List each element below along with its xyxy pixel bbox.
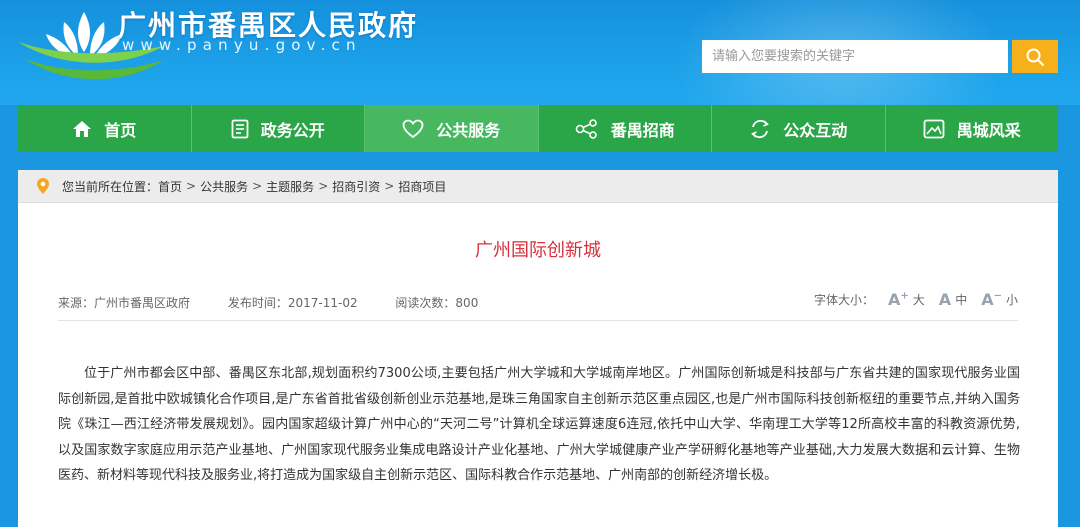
font-size-large-label: 大	[912, 293, 925, 307]
nav-item-label: 番禺招商	[610, 120, 675, 140]
font-size-label: 字体大小：	[813, 293, 874, 307]
site-domain: www.panyu.gov.cn	[122, 36, 362, 54]
breadcrumb-prefix: 您当前所在位置：	[62, 179, 159, 194]
breadcrumb-separator: >	[318, 179, 329, 193]
site-header: 广州市番禺区人民政府 www.panyu.gov.cn	[0, 0, 1080, 105]
share-nodes-icon	[575, 118, 599, 139]
nav-item-label: 公共服务	[436, 120, 501, 140]
font-size-large-button[interactable]: A+ 大	[888, 290, 925, 309]
search-button[interactable]	[1012, 40, 1058, 73]
breadcrumb-separator: >	[252, 179, 263, 193]
heart-icon	[402, 119, 424, 139]
nav-item-investment[interactable]: 番禺招商	[539, 105, 712, 152]
article-views: 阅读次数：800	[395, 296, 479, 310]
nav-item-label: 政务公开	[260, 120, 325, 140]
breadcrumb-separator: >	[384, 179, 395, 193]
breadcrumb-separator: >	[186, 179, 197, 193]
article-publish-time: 发布时间：2017-11-02	[227, 296, 358, 310]
search-input[interactable]	[702, 40, 1008, 73]
search-icon	[1026, 48, 1045, 67]
font-size-control: 字体大小： A+ 大 A 中 A− 小	[814, 290, 1018, 309]
nav-item-public-interaction[interactable]: 公众互动	[712, 105, 886, 152]
image-icon	[923, 119, 945, 139]
nav-item-label: 公众互动	[783, 120, 848, 140]
font-size-small-label: 小	[1005, 293, 1018, 307]
breadcrumb-link-projects[interactable]: 招商项目	[398, 178, 446, 195]
breadcrumb: 您当前所在位置： 首页 > 公共服务 > 主题服务 > 招商引资 > 招商项目	[18, 170, 1058, 203]
breadcrumb-link-topic-service[interactable]: 主题服务	[266, 178, 314, 195]
main-nav: 首页 政务公开 公共服务 番禺招商 公众互动 禺城风采	[18, 105, 1058, 152]
breadcrumb-link-home[interactable]: 首页	[158, 178, 182, 195]
nav-item-public-service[interactable]: 公共服务	[365, 105, 539, 152]
article-body: 位于广州市都会区中部、番禺区东北部,规划面积约7300公顷,主要包括广州大学城和…	[58, 366, 1020, 484]
article-source: 来源：广州市番禺区政府	[58, 296, 191, 310]
meta-divider	[58, 320, 1018, 321]
location-pin-icon	[36, 177, 50, 195]
nav-item-label: 首页	[104, 120, 137, 140]
content-panel: 您当前所在位置： 首页 > 公共服务 > 主题服务 > 招商引资 > 招商项目 …	[18, 170, 1058, 527]
nav-item-city-style[interactable]: 禺城风采	[886, 105, 1059, 152]
breadcrumb-link-investment[interactable]: 招商引资	[332, 178, 380, 195]
font-size-small-button[interactable]: A− 小	[981, 290, 1018, 309]
font-normal-icon: A	[938, 290, 952, 309]
home-icon	[72, 120, 92, 138]
article-title: 广州国际创新城	[475, 240, 601, 261]
search-bar	[702, 40, 1058, 73]
nav-item-label: 禺城风采	[956, 120, 1021, 140]
breadcrumb-link-public-service[interactable]: 公共服务	[200, 178, 248, 195]
document-list-icon	[231, 119, 249, 139]
font-size-medium-label: 中	[955, 293, 968, 307]
article-meta: 来源：广州市番禺区政府 发布时间：2017-11-02 阅读次数：800	[58, 294, 512, 311]
font-increase-icon: A+	[888, 290, 909, 309]
nav-item-home[interactable]: 首页	[18, 105, 192, 152]
refresh-icon	[749, 118, 771, 140]
font-size-medium-button[interactable]: A 中	[939, 290, 967, 309]
font-decrease-icon: A−	[981, 290, 1002, 309]
nav-item-government-affairs[interactable]: 政务公开	[192, 105, 365, 152]
